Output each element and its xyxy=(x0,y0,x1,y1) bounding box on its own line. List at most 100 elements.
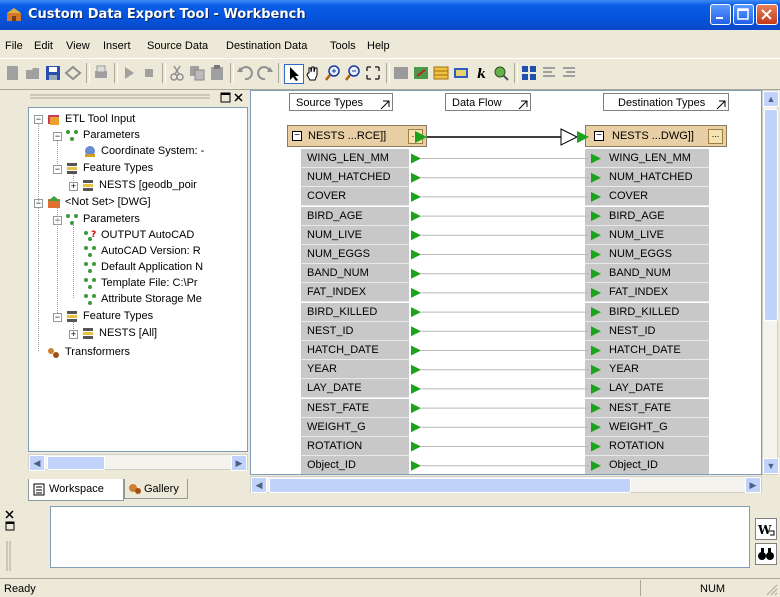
feature-output-port-icon[interactable] xyxy=(415,131,427,143)
input-port-icon[interactable] xyxy=(591,268,601,279)
scroll-thumb[interactable] xyxy=(764,109,778,321)
input-port-icon[interactable] xyxy=(591,441,601,452)
select-pointer-icon[interactable] xyxy=(284,64,304,84)
restore-pane-icon[interactable] xyxy=(220,92,231,103)
scroll-thumb[interactable] xyxy=(47,456,105,470)
menu-view[interactable]: View xyxy=(66,40,90,52)
scroll-left-button[interactable]: ◀ xyxy=(251,477,267,493)
inspect-icon[interactable] xyxy=(492,64,510,82)
log-pane-controls-icon[interactable] xyxy=(4,509,16,533)
output-port-icon[interactable] xyxy=(411,211,421,222)
output-port-icon[interactable] xyxy=(411,460,421,471)
zoom-out-icon[interactable] xyxy=(344,64,362,82)
output-port-icon[interactable] xyxy=(411,364,421,375)
input-port-icon[interactable] xyxy=(591,345,601,356)
log-wrap-button[interactable]: W xyxy=(755,518,777,540)
input-port-icon[interactable] xyxy=(591,383,601,394)
output-port-icon[interactable] xyxy=(411,287,421,298)
add-source-icon[interactable] xyxy=(392,64,410,82)
output-port-icon[interactable] xyxy=(411,326,421,337)
maximize-button[interactable] xyxy=(733,4,754,25)
paste-icon[interactable] xyxy=(208,64,226,82)
new-icon[interactable] xyxy=(4,64,22,82)
open-icon[interactable] xyxy=(24,64,42,82)
scroll-down-button[interactable]: ▼ xyxy=(763,458,779,474)
input-port-icon[interactable] xyxy=(591,326,601,337)
gripper-icon[interactable] xyxy=(4,541,14,571)
input-port-icon[interactable] xyxy=(591,364,601,375)
input-port-icon[interactable] xyxy=(591,307,601,318)
copy-icon[interactable] xyxy=(188,64,206,82)
cut-icon[interactable] xyxy=(168,64,186,82)
input-port-icon[interactable] xyxy=(591,460,601,471)
close-pane-icon[interactable] xyxy=(233,92,244,103)
resize-grip-icon[interactable] xyxy=(764,582,778,596)
menu-help[interactable]: Help xyxy=(367,40,390,52)
feature-type-icon[interactable] xyxy=(432,64,450,82)
output-port-icon[interactable] xyxy=(411,345,421,356)
menu-insert[interactable]: Insert xyxy=(103,40,131,52)
output-port-icon[interactable] xyxy=(411,191,421,202)
scroll-right-button[interactable]: ▶ xyxy=(231,455,247,471)
feature-input-port-icon[interactable] xyxy=(577,131,589,143)
output-port-icon[interactable] xyxy=(411,268,421,279)
output-port-icon[interactable] xyxy=(411,307,421,318)
title-bar[interactable]: Custom Data Export Tool - Workbench xyxy=(0,0,780,30)
function-icon[interactable]: k xyxy=(472,64,490,82)
stop-icon[interactable] xyxy=(140,64,158,82)
pan-hand-icon[interactable] xyxy=(304,64,322,82)
input-port-icon[interactable] xyxy=(591,422,601,433)
close-button[interactable] xyxy=(756,4,778,25)
input-port-icon[interactable] xyxy=(591,172,601,183)
scroll-left-button[interactable]: ◀ xyxy=(29,455,45,471)
output-port-icon[interactable] xyxy=(411,230,421,241)
input-port-icon[interactable] xyxy=(591,403,601,414)
workspace-canvas[interactable]: Source Types Data Flow Destination Types… xyxy=(250,90,762,475)
output-port-icon[interactable] xyxy=(411,249,421,260)
menu-destination-data[interactable]: Destination Data xyxy=(226,40,307,52)
save-icon[interactable] xyxy=(44,64,62,82)
input-port-icon[interactable] xyxy=(591,230,601,241)
scroll-up-button[interactable]: ▲ xyxy=(763,91,779,107)
minimize-button[interactable] xyxy=(710,4,731,25)
run-icon[interactable] xyxy=(120,64,138,82)
scroll-right-button[interactable]: ▶ xyxy=(745,477,761,493)
input-port-icon[interactable] xyxy=(591,153,601,164)
print-icon[interactable] xyxy=(92,64,110,82)
zoom-extents-icon[interactable] xyxy=(364,64,382,82)
feature-input-port-icon[interactable] xyxy=(560,128,579,146)
input-port-icon[interactable] xyxy=(591,211,601,222)
canvas-hscrollbar[interactable]: ◀ ▶ xyxy=(250,476,762,493)
tab-workspace[interactable]: Workspace xyxy=(28,479,124,501)
navigator-hscrollbar[interactable]: ◀ ▶ xyxy=(28,454,248,471)
log-find-button[interactable] xyxy=(755,543,777,565)
menu-edit[interactable]: Edit xyxy=(34,40,53,52)
scroll-thumb[interactable] xyxy=(269,478,631,493)
redo-icon[interactable] xyxy=(256,64,274,82)
gripper-icon[interactable] xyxy=(30,93,210,101)
tab-gallery[interactable]: Gallery xyxy=(124,479,188,499)
input-port-icon[interactable] xyxy=(591,249,601,260)
canvas-vscrollbar[interactable]: ▲ ▼ xyxy=(762,90,779,475)
align-left-icon[interactable] xyxy=(540,64,558,82)
output-port-icon[interactable] xyxy=(411,403,421,414)
align-right-icon[interactable] xyxy=(560,64,578,82)
undo-icon[interactable] xyxy=(236,64,254,82)
navigator-tree[interactable]: − ETL Tool Input − Parameters Coordinate… xyxy=(28,107,248,452)
output-port-icon[interactable] xyxy=(411,383,421,394)
menu-source-data[interactable]: Source Data xyxy=(147,40,208,52)
publish-icon[interactable] xyxy=(64,64,82,82)
add-destination-icon[interactable] xyxy=(412,64,430,82)
input-port-icon[interactable] xyxy=(591,191,601,202)
output-port-icon[interactable] xyxy=(411,153,421,164)
output-port-icon[interactable] xyxy=(411,172,421,183)
menu-tools[interactable]: Tools xyxy=(330,40,356,52)
table-icon[interactable] xyxy=(452,64,470,82)
log-output[interactable] xyxy=(50,506,750,568)
grid-icon[interactable] xyxy=(520,64,538,82)
input-port-icon[interactable] xyxy=(591,287,601,298)
zoom-in-icon[interactable] xyxy=(324,64,342,82)
output-port-icon[interactable] xyxy=(411,422,421,433)
output-port-icon[interactable] xyxy=(411,441,421,452)
menu-file[interactable]: File xyxy=(5,40,23,52)
